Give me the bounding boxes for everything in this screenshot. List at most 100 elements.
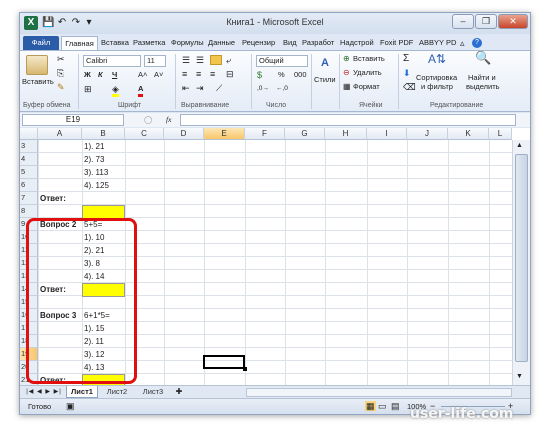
column-header[interactable]: B	[82, 128, 125, 140]
column-header[interactable]: D	[164, 128, 204, 140]
sort-filter-icon[interactable]: A⇅	[428, 53, 446, 65]
help-icon[interactable]: ?	[472, 38, 482, 48]
delete-cells-button[interactable]: Удалить	[353, 68, 382, 78]
column-header[interactable]: L	[489, 128, 512, 140]
decrease-decimal-icon[interactable]: ←,0	[276, 84, 288, 94]
cell-a[interactable]	[38, 153, 40, 166]
insert-cells-icon[interactable]: ⊕	[343, 54, 350, 64]
column-header[interactable]: H	[325, 128, 367, 140]
row-header[interactable]: 8	[20, 205, 38, 218]
cancel-formula-icon[interactable]: ◯	[144, 115, 152, 125]
select-all-corner[interactable]	[20, 128, 38, 140]
fill-icon[interactable]: ⬇	[403, 68, 411, 78]
row-header[interactable]: 7	[20, 192, 38, 205]
active-cell-e19[interactable]	[203, 355, 245, 369]
styles-icon[interactable]: A	[317, 55, 333, 71]
scroll-thumb[interactable]	[515, 154, 528, 362]
cell-a[interactable]	[38, 205, 40, 218]
macro-record-icon[interactable]: ▣	[66, 401, 75, 411]
ribbon-collapse-icon[interactable]: ▵	[460, 36, 465, 50]
align-bottom-icon[interactable]	[210, 55, 222, 65]
formula-input[interactable]	[180, 114, 516, 126]
paste-icon[interactable]	[26, 55, 48, 75]
tab-foxit[interactable]: Foxit PDF	[380, 36, 413, 50]
tab-developer[interactable]: Разработ	[302, 36, 334, 50]
column-header[interactable]: G	[285, 128, 325, 140]
number-format-select[interactable]: Общий	[256, 55, 308, 67]
underline-button[interactable]: Ч	[112, 70, 117, 80]
insert-cells-button[interactable]: Вставить	[353, 54, 385, 64]
cell-a[interactable]	[38, 166, 40, 179]
tab-data[interactable]: Данные	[208, 36, 235, 50]
cell-b[interactable]: 1). 21	[82, 140, 104, 153]
italic-button[interactable]: К	[98, 70, 103, 80]
scroll-down-icon[interactable]: ▼	[516, 373, 523, 380]
answer-cell-1[interactable]	[82, 205, 125, 219]
tab-formulas[interactable]: Формулы	[171, 36, 204, 50]
font-color-icon[interactable]: A	[138, 84, 144, 97]
align-left-icon[interactable]: ≡	[182, 69, 187, 79]
new-sheet-icon[interactable]: ✚	[172, 386, 186, 398]
vertical-scrollbar[interactable]: ▲ ▼	[512, 140, 530, 385]
find-select-label2[interactable]: выделить	[466, 82, 500, 92]
format-painter-icon[interactable]: ✎	[57, 82, 65, 92]
paste-label[interactable]: Вставить	[22, 77, 54, 87]
tab-review[interactable]: Рецензир	[242, 36, 275, 50]
clear-icon[interactable]: ⌫	[403, 82, 416, 92]
shrink-font-button[interactable]: A˅	[154, 70, 163, 80]
sheet-tab-2[interactable]: Лист2	[100, 386, 134, 398]
autosum-icon[interactable]: Σ	[403, 54, 409, 64]
align-center-icon[interactable]: ≡	[196, 69, 201, 79]
decrease-indent-icon[interactable]: ⇤	[182, 83, 190, 93]
align-right-icon[interactable]: ≡	[210, 69, 215, 79]
align-top-icon[interactable]: ☰	[182, 55, 190, 65]
cell-b[interactable]: 2). 73	[82, 153, 104, 166]
cell-b[interactable]: 4). 125	[82, 179, 109, 192]
increase-indent-icon[interactable]: ⇥	[196, 83, 204, 93]
column-header-active[interactable]: E	[204, 128, 245, 140]
minimize-button[interactable]: –	[452, 14, 474, 29]
row-header[interactable]: 5	[20, 166, 38, 179]
styles-button[interactable]: Стили	[314, 75, 336, 85]
insert-function-button[interactable]: fx	[166, 115, 171, 125]
tab-insert[interactable]: Вставка	[101, 36, 129, 50]
scroll-up-icon[interactable]: ▲	[516, 142, 523, 149]
sheet-nav-icons[interactable]: |◀ ◀ ▶ ▶|	[24, 386, 64, 398]
font-size-select[interactable]: 11	[144, 55, 166, 67]
cell-a[interactable]	[38, 140, 40, 153]
restore-button[interactable]: ❐	[475, 14, 497, 29]
tab-view[interactable]: Вид	[283, 36, 297, 50]
normal-view-icon[interactable]: ▦	[365, 401, 376, 411]
orientation-icon[interactable]: ⟋	[216, 83, 222, 93]
merge-center-icon[interactable]: ⊟	[226, 69, 234, 79]
column-header[interactable]: I	[367, 128, 407, 140]
fill-color-icon[interactable]: ◈	[112, 84, 119, 97]
cell-a[interactable]	[38, 179, 40, 192]
copy-icon[interactable]: ⎘	[57, 68, 64, 78]
find-select-icon[interactable]: 🔍	[475, 51, 491, 64]
thousands-button[interactable]: 000	[294, 70, 307, 80]
currency-icon[interactable]: $	[257, 70, 262, 80]
column-header[interactable]: A	[38, 128, 82, 140]
row-header[interactable]: 4	[20, 153, 38, 166]
cut-icon[interactable]: ✂	[57, 54, 65, 64]
page-break-icon[interactable]: ▤	[391, 401, 400, 411]
borders-icon[interactable]: ⊞	[84, 84, 92, 94]
format-cells-icon[interactable]: ▦	[343, 82, 351, 92]
cell-b[interactable]	[82, 192, 84, 205]
wrap-text-icon[interactable]: ⤶	[226, 55, 231, 65]
column-header[interactable]: C	[125, 128, 164, 140]
sheet-tab-1[interactable]: Лист1	[66, 386, 98, 398]
format-cells-button[interactable]: Формат	[353, 82, 380, 92]
grow-font-button[interactable]: A˄	[138, 70, 147, 80]
cell-a[interactable]: Ответ:	[38, 192, 66, 205]
tab-addins[interactable]: Надстрой	[340, 36, 374, 50]
row-header[interactable]: 6	[20, 179, 38, 192]
sheet-tab-3[interactable]: Лист3	[136, 386, 170, 398]
tab-abbyy[interactable]: ABBYY PD	[419, 36, 456, 50]
bold-button[interactable]: Ж	[84, 70, 91, 80]
fill-handle[interactable]	[243, 367, 247, 371]
name-box[interactable]: E19	[22, 114, 124, 126]
increase-decimal-icon[interactable]: ,0→	[257, 84, 269, 94]
delete-cells-icon[interactable]: ⊖	[343, 68, 350, 78]
